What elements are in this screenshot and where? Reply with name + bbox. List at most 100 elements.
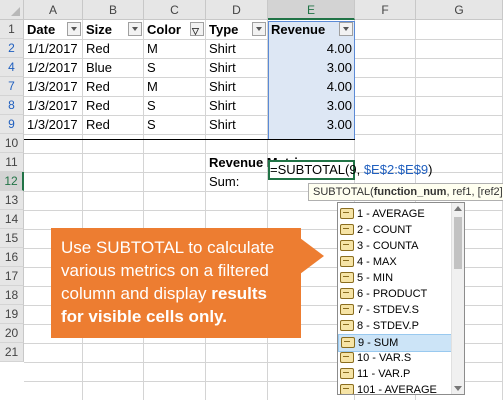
column-header-g[interactable]: G <box>416 0 503 20</box>
table-header-type-label: Type <box>209 22 239 37</box>
function-option-icon <box>340 239 354 251</box>
callout-line-1: Use SUBTOTAL to calculate <box>61 238 275 257</box>
table-cell-color[interactable]: M <box>144 39 206 58</box>
row-header-17[interactable]: 17 <box>0 267 24 286</box>
row-header-2[interactable]: 2 <box>0 39 24 58</box>
dropdown-item[interactable]: 10 - VAR.S <box>338 350 454 366</box>
function-option-icon <box>340 319 354 331</box>
dropdown-item[interactable]: 2 - COUNT <box>338 222 454 238</box>
function-option-icon <box>340 207 354 219</box>
row-header-4[interactable]: 4 <box>0 58 24 77</box>
table-cell-type[interactable]: Shirt <box>206 96 268 115</box>
row-header-18[interactable]: 18 <box>0 286 24 305</box>
select-all-corner[interactable] <box>0 0 24 20</box>
dropdown-item-label: 4 - MAX <box>357 256 397 268</box>
scrollbar-thumb[interactable] <box>454 217 462 269</box>
dropdown-item-label: 9 - SUM <box>358 337 399 349</box>
filter-dropdown-icon[interactable] <box>128 22 142 36</box>
function-option-icon <box>340 255 354 267</box>
table-cell-size[interactable]: Red <box>83 115 144 134</box>
table-cell-color[interactable]: S <box>144 58 206 77</box>
dropdown-scrollbar[interactable] <box>451 203 464 394</box>
table-cell-revenue[interactable]: 4.00 <box>268 39 355 58</box>
formula-prefix: =SUBTOTAL( <box>270 162 350 177</box>
dropdown-item[interactable]: 101 - AVERAGE <box>338 382 454 394</box>
row-header-16[interactable]: 16 <box>0 248 24 267</box>
table-cell-revenue[interactable]: 4.00 <box>268 77 355 96</box>
row-header-9[interactable]: 9 <box>0 115 24 134</box>
tooltip-name: SUBTOTAL( <box>313 186 374 198</box>
row-header-1[interactable]: 1 <box>0 20 24 39</box>
filter-dropdown-icon[interactable] <box>339 22 353 36</box>
table-cell-revenue[interactable]: 3.00 <box>268 58 355 77</box>
dropdown-item[interactable]: 1 - AVERAGE <box>338 206 454 222</box>
function-option-icon <box>340 383 354 394</box>
column-header-f[interactable]: F <box>355 0 416 20</box>
table-cell-size[interactable]: Red <box>83 39 144 58</box>
dropdown-item[interactable]: 6 - PRODUCT <box>338 286 454 302</box>
table-header-size-label: Size <box>86 22 113 37</box>
row-header-7[interactable]: 7 <box>0 77 24 96</box>
row-header-11[interactable]: 11 <box>0 153 24 172</box>
dropdown-item-label: 3 - COUNTA <box>357 240 419 252</box>
table-cell-revenue[interactable]: 3.00 <box>268 96 355 115</box>
dropdown-item[interactable]: 8 - STDEV.P <box>338 318 454 334</box>
table-cell-type[interactable]: Shirt <box>206 77 268 96</box>
table-cell-size[interactable]: Red <box>83 77 144 96</box>
row-header-12[interactable]: 12 <box>0 172 24 191</box>
table-cell-date[interactable]: 1/3/2017 <box>24 115 83 134</box>
table-cell-type[interactable]: Shirt <box>206 58 268 77</box>
table-header-revenue-label: Revenue <box>271 22 326 37</box>
column-header-c[interactable]: C <box>144 0 206 20</box>
scroll-up-arrow-icon[interactable] <box>454 206 462 211</box>
table-cell-date[interactable]: 1/1/2017 <box>24 39 83 58</box>
table-cell-color[interactable]: S <box>144 96 206 115</box>
table-cell-date[interactable]: 1/3/2017 <box>24 96 83 115</box>
function-signature-tooltip[interactable]: SUBTOTAL(function_num, ref1, [ref2], ...… <box>308 183 503 201</box>
row-header-8[interactable]: 8 <box>0 96 24 115</box>
table-cell-size[interactable]: Blue <box>83 58 144 77</box>
table-cell-type[interactable]: Shirt <box>206 39 268 58</box>
callout-arrow <box>300 238 324 274</box>
dropdown-item[interactable]: 4 - MAX <box>338 254 454 270</box>
table-cell-color[interactable]: M <box>144 77 206 96</box>
filter-active-icon[interactable] <box>190 22 204 41</box>
table-header-size[interactable]: Size <box>83 20 144 39</box>
column-header-d[interactable]: D <box>206 0 268 20</box>
table-cell-color[interactable]: S <box>144 115 206 134</box>
table-cell-date[interactable]: 1/3/2017 <box>24 77 83 96</box>
row-header-10[interactable]: 10 <box>0 134 24 153</box>
table-header-date[interactable]: Date <box>24 20 83 39</box>
scroll-down-arrow-icon[interactable] <box>454 386 462 391</box>
dropdown-item[interactable]: 7 - STDEV.S <box>338 302 454 318</box>
row-header-14[interactable]: 14 <box>0 210 24 229</box>
row-header-13[interactable]: 13 <box>0 191 24 210</box>
column-header-b[interactable]: B <box>83 0 144 20</box>
row-header-19[interactable]: 19 <box>0 305 24 324</box>
column-header-a[interactable]: A <box>24 0 83 20</box>
column-header-e[interactable]: E <box>268 0 355 20</box>
function-option-icon <box>341 336 355 348</box>
function-num-dropdown[interactable]: 1 - AVERAGE 2 - COUNT 3 - COUNTA 4 - MAX… <box>337 202 465 395</box>
table-cell-revenue[interactable]: 3.00 <box>268 115 355 134</box>
tooltip-rest: , ref1, [ref2], ...) <box>446 186 503 198</box>
row-header-15[interactable]: 15 <box>0 229 24 248</box>
table-cell-date[interactable]: 1/2/2017 <box>24 58 83 77</box>
filter-dropdown-icon[interactable] <box>67 22 81 36</box>
dropdown-item[interactable]: 5 - MIN <box>338 270 454 286</box>
dropdown-item-label: 2 - COUNT <box>357 224 412 236</box>
callout-line-2: various metrics on a filtered <box>61 261 269 280</box>
filter-dropdown-icon[interactable] <box>252 22 266 36</box>
row-header-21[interactable]: 21 <box>0 343 24 362</box>
table-cell-type[interactable]: Shirt <box>206 115 268 134</box>
dropdown-item[interactable]: 11 - VAR.P <box>338 366 454 382</box>
table-header-type[interactable]: Type <box>206 20 268 39</box>
table-header-revenue[interactable]: Revenue <box>268 20 355 39</box>
dropdown-item-label: 11 - VAR.P <box>357 368 411 380</box>
formula-edit-cell[interactable]: =SUBTOTAL(9, $E$2:$E$9) <box>268 160 433 180</box>
table-cell-size[interactable]: Red <box>83 96 144 115</box>
table-header-color[interactable]: Color <box>144 20 206 41</box>
row-header-20[interactable]: 20 <box>0 324 24 343</box>
dropdown-item[interactable]: 3 - COUNTA <box>338 238 454 254</box>
dropdown-item-label: 7 - STDEV.S <box>357 304 419 316</box>
